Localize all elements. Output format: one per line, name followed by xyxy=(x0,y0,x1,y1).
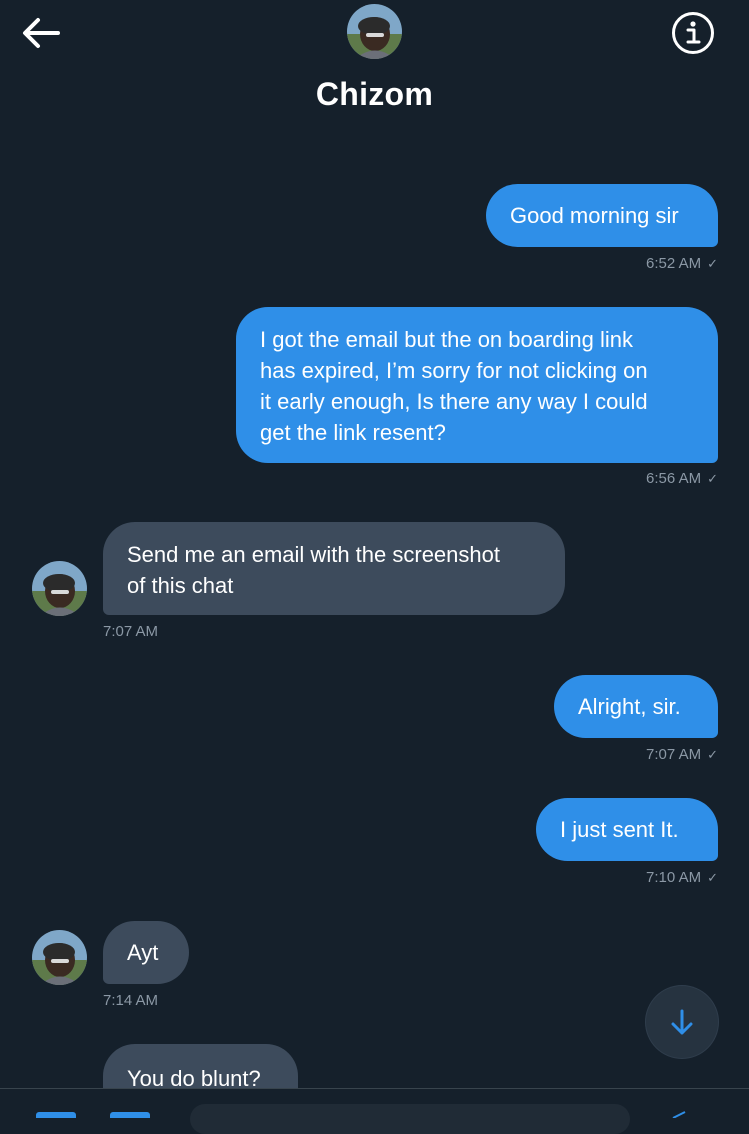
incoming-message[interactable]: You do blunt? xyxy=(103,1044,298,1088)
message-timestamp: 7:07 AM xyxy=(103,623,159,640)
back-button[interactable] xyxy=(20,14,62,52)
message-timestamp: 6:56 AM ✓ xyxy=(646,470,718,487)
media-icon[interactable] xyxy=(36,1112,76,1118)
sent-check-icon: ✓ xyxy=(707,747,718,762)
message-timestamp: 7:10 AM ✓ xyxy=(646,869,718,886)
contact-avatar[interactable] xyxy=(347,4,402,59)
sender-avatar[interactable] xyxy=(32,561,87,616)
message-text-line: I got the email but the on boarding link xyxy=(260,327,634,352)
sent-check-icon: ✓ xyxy=(707,256,718,271)
outgoing-message[interactable]: I just sent It. xyxy=(536,798,718,861)
gif-icon[interactable] xyxy=(110,1112,150,1118)
avatar-photo xyxy=(32,561,87,616)
message-text-line: of this chat xyxy=(127,573,234,598)
message-timestamp: 7:14 AM xyxy=(103,992,159,1009)
info-circle-icon xyxy=(672,12,714,54)
message-timestamp: 6:52 AM ✓ xyxy=(646,255,718,272)
message-text-line: Send me an email with the screenshot xyxy=(127,542,500,567)
avatar-photo xyxy=(32,930,87,985)
scroll-to-bottom-button[interactable] xyxy=(646,986,718,1058)
outgoing-message[interactable]: Good morning sir xyxy=(486,184,718,247)
message-text-line: has expired, I’m sorry for not clicking … xyxy=(260,358,648,383)
message-text: I just sent It. xyxy=(560,817,679,842)
sent-check-icon: ✓ xyxy=(707,870,718,885)
outgoing-message[interactable]: Alright, sir. xyxy=(554,675,718,738)
incoming-message[interactable]: Send me an email with the screenshot of … xyxy=(103,522,565,615)
message-text-line: it early enough, Is there any way I coul… xyxy=(260,389,648,414)
arrow-left-icon xyxy=(23,18,60,48)
message-text: Alright, sir. xyxy=(578,694,681,719)
message-timestamp: 7:07 AM ✓ xyxy=(646,746,718,763)
message-text: Good morning sir xyxy=(510,203,679,228)
message-input[interactable] xyxy=(190,1104,630,1134)
conversation-header: Chizom xyxy=(0,0,749,140)
outgoing-message[interactable]: I got the email but the on boarding link… xyxy=(236,307,718,463)
contact-name: Chizom xyxy=(315,76,434,112)
conversation-info-button[interactable] xyxy=(670,10,716,56)
message-text: You do blunt? xyxy=(127,1066,261,1088)
message-text: Ayt xyxy=(127,940,159,965)
arrow-down-icon xyxy=(671,1009,693,1035)
message-text-line: get the link resent? xyxy=(260,420,446,445)
incoming-message[interactable]: Ayt xyxy=(103,921,189,984)
sent-check-icon: ✓ xyxy=(707,471,718,486)
avatar-photo xyxy=(347,4,402,59)
sender-avatar[interactable] xyxy=(32,930,87,985)
send-icon[interactable] xyxy=(672,1110,686,1118)
